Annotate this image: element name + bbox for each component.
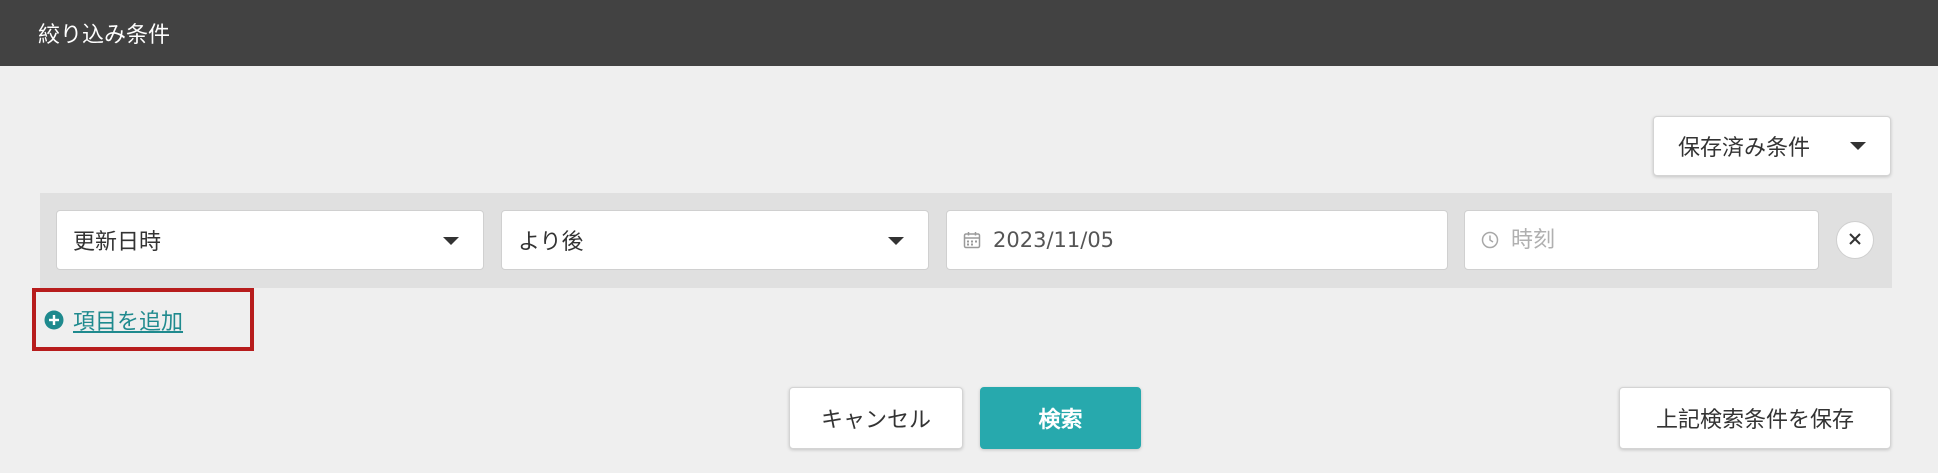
remove-condition-button[interactable] [1836, 221, 1874, 259]
close-icon [1848, 231, 1862, 250]
save-conditions-button[interactable]: 上記検索条件を保存 [1619, 387, 1891, 449]
filter-condition-row: 更新日時 より後 2023/11/05 [40, 193, 1892, 288]
saved-conditions-label: 保存済み条件 [1678, 136, 1811, 161]
save-conditions-label: 上記検索条件を保存 [1655, 408, 1854, 433]
clock-icon [1481, 231, 1499, 249]
time-input-wrapper[interactable] [1464, 210, 1819, 270]
cancel-button-label: キャンセル [820, 408, 931, 433]
time-input[interactable] [1511, 227, 1791, 253]
search-button[interactable]: 検索 [980, 387, 1141, 449]
field-select[interactable]: 更新日時 [56, 210, 484, 270]
chevron-down-icon [443, 237, 459, 245]
chevron-down-icon [1850, 142, 1866, 150]
add-item-highlight: 項目を追加 [32, 288, 254, 351]
chevron-down-icon [888, 237, 904, 245]
calendar-icon [963, 231, 981, 249]
date-input[interactable]: 2023/11/05 [946, 210, 1448, 270]
search-button-label: 検索 [1038, 408, 1083, 433]
panel-header: 絞り込み条件 [0, 0, 1938, 66]
plus-circle-icon[interactable] [44, 310, 64, 330]
date-input-value: 2023/11/05 [993, 228, 1115, 252]
add-item-link[interactable]: 項目を追加 [73, 304, 183, 336]
field-select-value: 更新日時 [73, 230, 162, 255]
operator-select[interactable]: より後 [501, 210, 929, 270]
panel-title: 絞り込み条件 [38, 23, 171, 48]
operator-select-value: より後 [518, 230, 584, 255]
saved-conditions-dropdown[interactable]: 保存済み条件 [1653, 116, 1891, 176]
cancel-button[interactable]: キャンセル [789, 387, 963, 449]
